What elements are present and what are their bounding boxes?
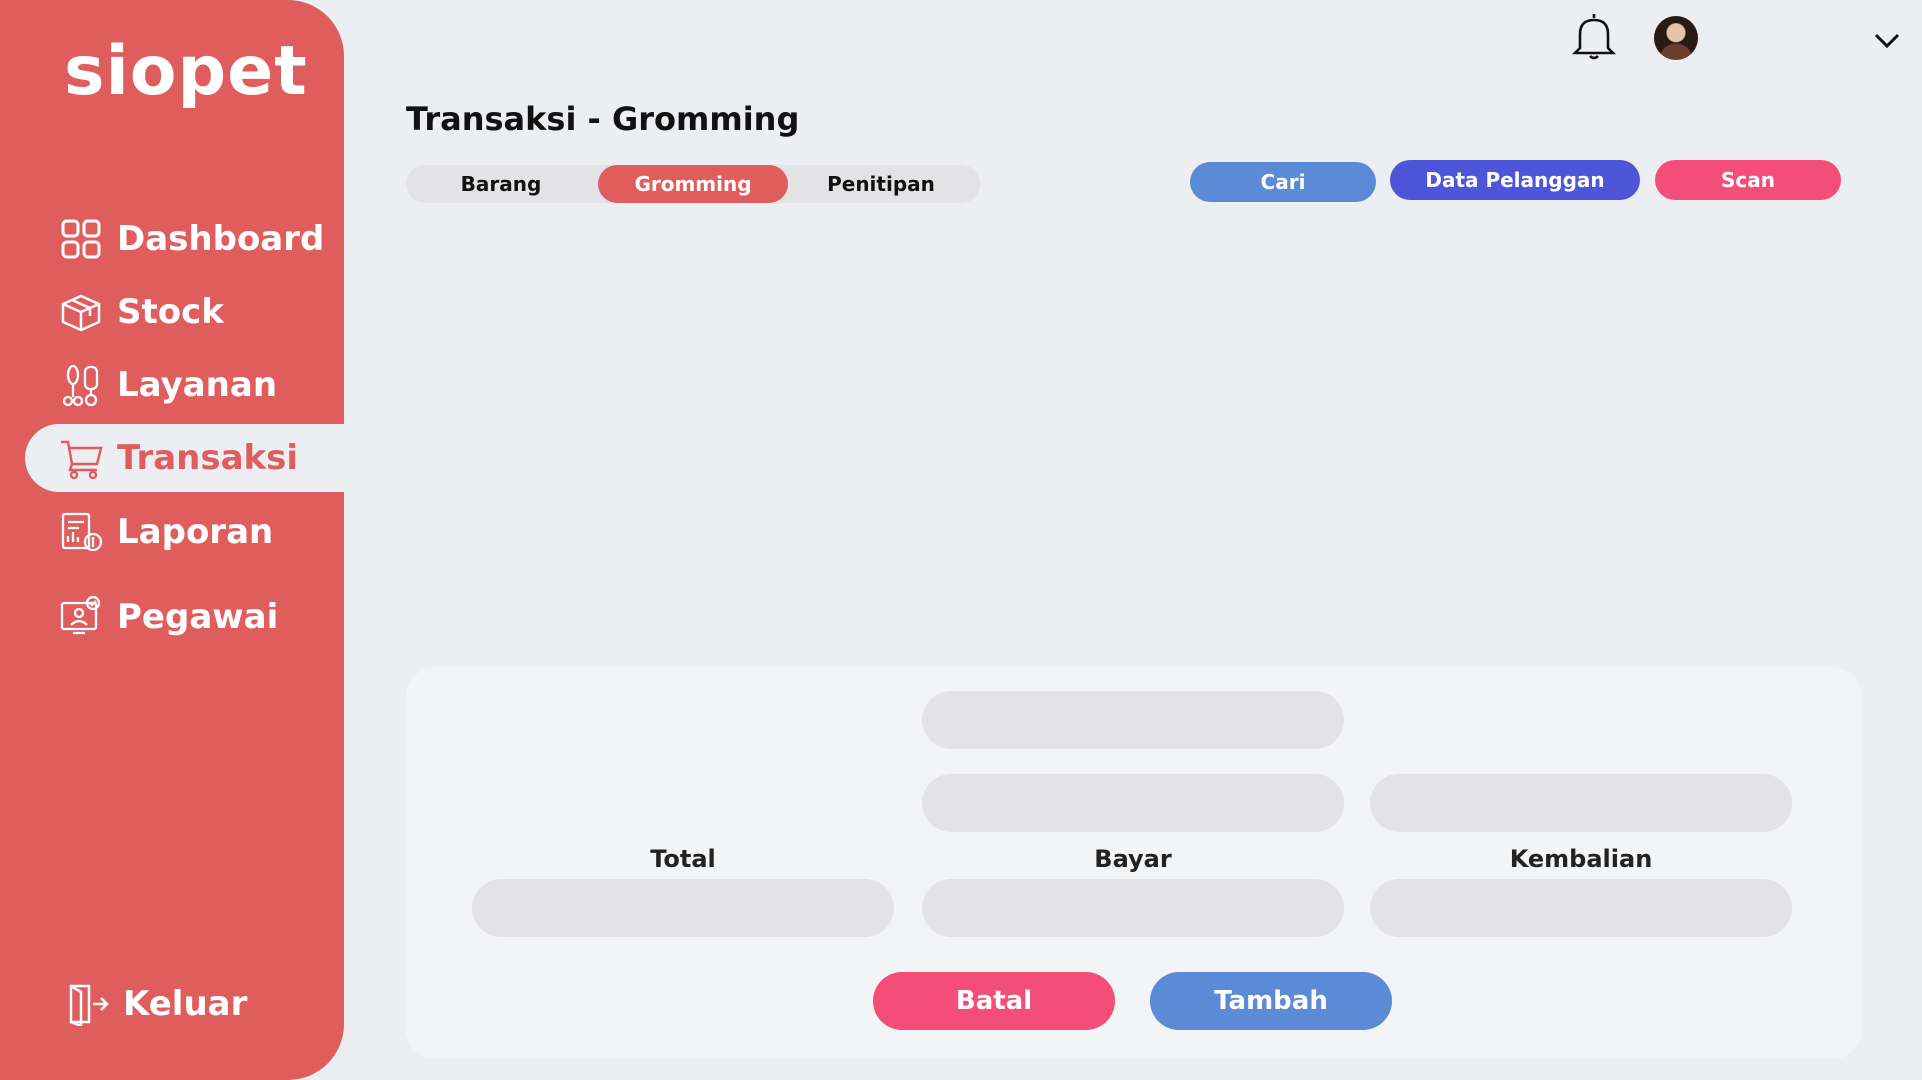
logout-icon [63, 980, 111, 1028]
total-label: Total [650, 845, 716, 873]
chevron-down-icon[interactable] [1872, 28, 1902, 52]
extra-field-1[interactable] [922, 691, 1344, 749]
sidebar-item-label: Pegawai [117, 597, 279, 637]
employee-icon [57, 593, 105, 641]
tab-bar: Barang Gromming Penitipan [406, 165, 980, 203]
scan-button[interactable]: Scan [1655, 160, 1841, 200]
sidebar-item-laporan[interactable]: Laporan [25, 498, 344, 566]
sidebar-item-transaksi[interactable]: Transaksi [25, 424, 344, 492]
sidebar-item-stock[interactable]: Stock [25, 278, 344, 346]
bayar-label: Bayar [1094, 845, 1172, 873]
sidebar-item-label: Layanan [117, 365, 278, 405]
sidebar-item-label: Stock [117, 292, 224, 332]
sidebar-item-layanan[interactable]: Layanan [25, 351, 344, 419]
sidebar-item-label: Transaksi [117, 438, 299, 478]
bell-icon[interactable] [1570, 10, 1618, 62]
extra-field-3[interactable] [1370, 774, 1792, 832]
cart-icon [57, 434, 105, 482]
payment-panel: Total Bayar Kembalian Batal Tambah [406, 667, 1862, 1059]
sidebar-item-dashboard[interactable]: Dashboard [25, 205, 344, 273]
avatar[interactable] [1654, 16, 1698, 60]
tab-penitipan[interactable]: Penitipan [786, 165, 976, 203]
search-button[interactable]: Cari [1190, 162, 1376, 202]
add-button[interactable]: Tambah [1150, 972, 1392, 1030]
grooming-tools-icon [57, 361, 105, 409]
page-title: Transaksi - Gromming [406, 100, 800, 138]
extra-field-2[interactable] [922, 774, 1344, 832]
total-field[interactable] [472, 879, 894, 937]
kembalian-label: Kembalian [1509, 845, 1653, 873]
sidebar-item-label: Dashboard [117, 219, 325, 259]
sidebar-item-label: Laporan [117, 512, 274, 552]
box-icon [57, 288, 105, 336]
logout-label: Keluar [123, 984, 248, 1024]
tab-gromming[interactable]: Gromming [598, 165, 788, 203]
tab-barang[interactable]: Barang [406, 165, 596, 203]
sidebar-item-pegawai[interactable]: Pegawai [25, 583, 344, 651]
cancel-button[interactable]: Batal [873, 972, 1115, 1030]
logout-button[interactable]: Keluar [25, 970, 344, 1038]
sidebar: siopet Dashboard Stock Layanan Transaksi… [0, 0, 344, 1080]
grid-icon [57, 215, 105, 263]
kembalian-field[interactable] [1370, 879, 1792, 937]
bayar-field[interactable] [922, 879, 1344, 937]
app-logo: siopet [64, 32, 308, 111]
customer-data-button[interactable]: Data Pelanggan [1390, 160, 1640, 200]
report-icon [57, 508, 105, 556]
